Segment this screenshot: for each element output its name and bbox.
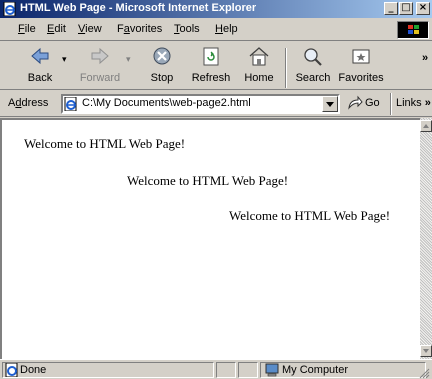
status-panel-blank [238, 362, 258, 378]
window-title: HTML Web Page - Microsoft Internet Explo… [20, 2, 257, 14]
back-button[interactable]: Back [18, 45, 62, 89]
links-separator [390, 93, 392, 115]
forward-button[interactable]: Forward [76, 45, 124, 89]
toolbar-more-chevron[interactable]: » [422, 52, 428, 64]
toolbar-separator [285, 48, 287, 88]
menu-favorites[interactable]: Favorites [117, 23, 162, 35]
links-button[interactable]: Links » [396, 97, 431, 109]
status-text: Done [20, 364, 47, 376]
page-content: Welcome to HTML Web Page! Welcome to HTM… [0, 118, 420, 359]
search-icon [304, 48, 322, 66]
address-label: Address [8, 97, 49, 109]
scroll-up-button[interactable] [420, 120, 432, 132]
forward-dropdown-icon: ▾ [126, 54, 131, 64]
welcome-text-right: Welcome to HTML Web Page! [229, 208, 391, 223]
forward-arrow-icon [91, 47, 109, 65]
close-button[interactable]: × [416, 2, 430, 15]
size-grip-icon[interactable] [418, 367, 430, 379]
home-label: Home [244, 72, 274, 84]
home-button[interactable]: Home [240, 45, 278, 89]
welcome-text-left: Welcome to HTML Web Page! [24, 136, 186, 151]
status-panel-progress [216, 362, 236, 378]
windows-logo-throbber [397, 21, 429, 39]
stop-label: Stop [150, 72, 174, 84]
search-button[interactable]: Search [290, 45, 336, 89]
menu-view[interactable]: View [78, 23, 102, 35]
favorites-button[interactable]: Favorites [336, 45, 386, 89]
back-arrow-icon [31, 47, 49, 65]
go-arrow-icon [348, 95, 363, 110]
back-dropdown-icon[interactable]: ▾ [62, 54, 67, 65]
ie-page-icon [64, 97, 77, 111]
forward-label: Forward [79, 72, 121, 84]
my-computer-icon [265, 363, 279, 377]
windows-flag-icon [408, 25, 419, 34]
home-icon [249, 47, 269, 66]
menu-bar: File Edit View Favorites Tools Help [0, 19, 432, 41]
refresh-icon [203, 47, 219, 66]
scroll-down-button[interactable] [420, 345, 432, 357]
menu-edit[interactable]: Edit [47, 23, 66, 35]
vertical-scrollbar[interactable] [420, 118, 432, 359]
menu-tools[interactable]: Tools [174, 23, 200, 35]
favorites-folder-icon [352, 49, 370, 64]
arrow-down-icon [423, 349, 429, 353]
chevron-down-icon [326, 102, 334, 107]
maximize-button[interactable]: □ [399, 2, 413, 15]
minimize-button[interactable]: _ [384, 2, 398, 15]
menu-file[interactable]: File [18, 23, 36, 35]
title-bar[interactable]: HTML Web Page - Microsoft Internet Explo… [0, 0, 432, 18]
go-label: Go [365, 97, 380, 109]
ie-page-icon [3, 2, 16, 16]
menu-help[interactable]: Help [215, 23, 238, 35]
favorites-label: Favorites [338, 72, 384, 84]
welcome-text-center: Welcome to HTML Web Page! [127, 173, 289, 188]
refresh-button[interactable]: Refresh [186, 45, 236, 89]
arrow-up-icon [423, 124, 429, 128]
refresh-label: Refresh [191, 72, 231, 84]
zone-text: My Computer [282, 364, 349, 376]
stop-icon [153, 47, 171, 65]
search-label: Search [295, 72, 331, 84]
address-value: C:\My Documents\web-page2.html [82, 97, 251, 109]
address-dropdown-button[interactable] [322, 96, 338, 112]
back-label: Back [27, 72, 53, 84]
ie-page-icon [5, 363, 18, 377]
stop-button[interactable]: Stop [142, 45, 182, 89]
